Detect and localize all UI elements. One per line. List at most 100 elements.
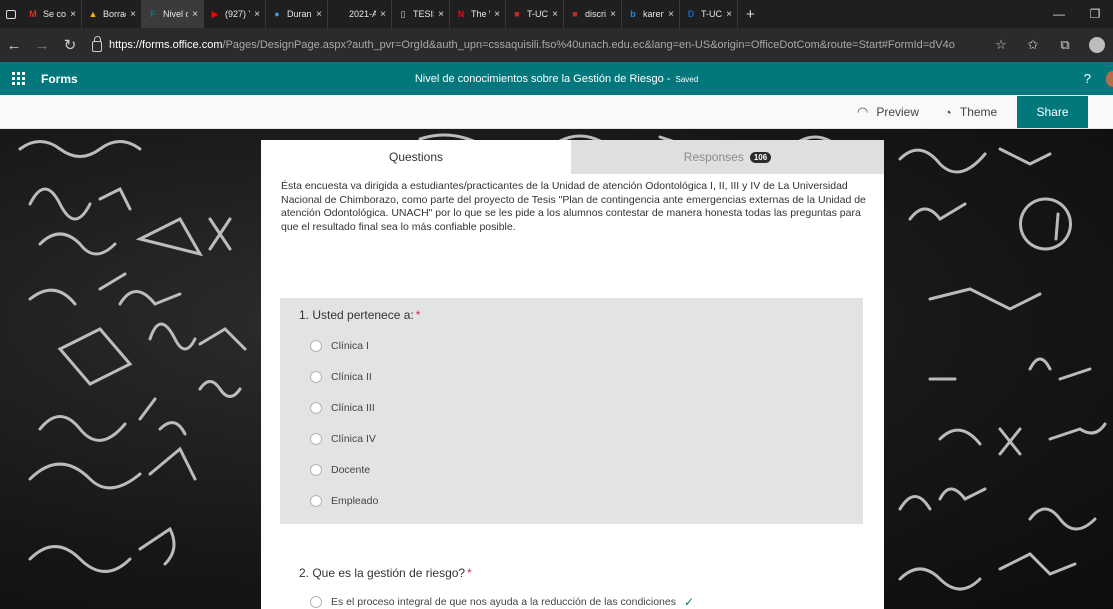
blank-icon [333, 8, 345, 20]
reload-icon[interactable]: ↻ [56, 36, 84, 54]
dspace-icon: D [687, 9, 695, 19]
browser-tab[interactable]: N The Wi × [450, 0, 506, 28]
option-empleado[interactable]: Empleado [310, 495, 378, 507]
close-tab-icon[interactable]: × [494, 9, 500, 20]
forward-icon[interactable]: → [28, 37, 56, 54]
browser-tab[interactable]: ▲ Borrado × [82, 0, 142, 28]
pdf-icon: ■ [572, 9, 578, 19]
browser-tab-strip: MSe com×▲Borrado×FNivel de×▶(927) Yo×●Du… [0, 0, 1113, 28]
option-label: Es el proceso integral de que nos ayuda … [331, 596, 676, 608]
browser-tab[interactable]: F Nivel de × [142, 0, 204, 28]
restore-icon[interactable]: ❐ [1077, 7, 1113, 21]
option-label: Clínica III [331, 402, 375, 414]
close-tab-icon[interactable]: × [438, 9, 444, 20]
browser-tab-label: T-UCE [527, 9, 548, 19]
tab-actions-icon[interactable] [0, 0, 22, 28]
browser-tab-label: Se com [43, 9, 67, 19]
app-launcher-icon[interactable] [12, 71, 26, 86]
option-clinica-4[interactable]: Clínica IV [310, 433, 376, 445]
url-field[interactable]: https://forms.office.com/Pages/DesignPag… [109, 39, 955, 51]
netflix-icon: N [457, 9, 465, 19]
radio-icon[interactable] [310, 402, 322, 414]
favorite-icon[interactable]: ☆ [985, 37, 1017, 53]
user-avatar[interactable] [1106, 70, 1113, 87]
theme-button[interactable]: ◔ Theme [944, 95, 997, 129]
form-description[interactable]: Ésta encuesta va dirigida a estudiantes/… [281, 180, 866, 234]
option-clinica-1[interactable]: Clínica I [310, 340, 369, 352]
radio-icon[interactable] [310, 433, 322, 445]
question-2-title[interactable]: 2. Que es la gestión de riesgo? * [299, 566, 472, 580]
radio-icon[interactable] [310, 464, 322, 476]
correct-answer-check-icon: ✓ [683, 595, 695, 609]
close-tab-icon[interactable]: × [70, 9, 76, 20]
browser-tab[interactable]: ■ discrib× [564, 0, 622, 28]
radio-icon[interactable] [310, 340, 322, 352]
browser-tab-label: karen j [643, 9, 665, 19]
address-bar: ← → ↻ https://forms.office.com/Pages/Des… [0, 28, 1113, 62]
preview-label: Preview [876, 105, 920, 119]
browser-tab[interactable]: D T-UCE- × [680, 0, 738, 28]
tab-questions[interactable]: Questions [261, 140, 571, 174]
favorites-bar-icon[interactable]: ✩ [1017, 37, 1049, 53]
browser-tab[interactable]: ● Duranb × [266, 0, 328, 28]
radio-icon[interactable] [310, 596, 322, 608]
lock-icon[interactable] [92, 36, 102, 52]
pdf-icon: ■ [514, 9, 520, 19]
option-clinica-2[interactable]: Clínica II [310, 371, 372, 383]
form-title: Nivel de conocimientos sobre la Gestión … [414, 72, 664, 85]
radio-icon[interactable] [310, 495, 322, 507]
document-icon: ▯ [400, 8, 406, 19]
close-tab-icon[interactable]: × [316, 9, 322, 20]
drive-icon: ▲ [88, 9, 98, 19]
required-marker: * [467, 566, 472, 580]
share-button[interactable]: Share [1017, 96, 1088, 128]
browser-tab[interactable]: M Se com× [22, 0, 82, 28]
forms-icon: F [150, 9, 156, 19]
form-tabs: Questions Responses 106 [261, 140, 884, 174]
youtube-icon: ▶ [211, 8, 219, 19]
close-tab-icon[interactable]: × [726, 9, 732, 20]
save-status: Saved [675, 74, 699, 84]
collections-icon[interactable]: ⧉ [1049, 37, 1081, 53]
palette-icon: ◔ [944, 104, 952, 120]
option-docente[interactable]: Docente [310, 464, 370, 476]
preview-button[interactable]: ◠ Preview [857, 95, 919, 129]
question-1-block[interactable]: 1. Usted pertenece a: * Clínica I Clínica… [280, 298, 863, 524]
back-icon[interactable]: ← [0, 37, 28, 54]
close-tab-icon[interactable]: × [380, 9, 386, 20]
close-tab-icon[interactable]: × [254, 9, 260, 20]
command-bar: ◠ Preview ◔ Theme Share [0, 95, 1113, 129]
responses-count-badge: 106 [749, 151, 772, 163]
browser-tab[interactable]: ■ T-UCE × [506, 0, 564, 28]
browser-tab-label: Duranb [287, 9, 312, 19]
browser-tab[interactable]: b karen j× [622, 0, 680, 28]
radio-icon[interactable] [310, 371, 322, 383]
close-tab-icon[interactable]: × [610, 9, 616, 20]
new-tab-button[interactable]: + [738, 6, 763, 23]
browser-tab-label: Nivel de [163, 9, 188, 19]
form-title-bar: Nivel de conocimientos sobre la Gestión … [414, 72, 699, 85]
url-host: https://forms.office.com [109, 39, 223, 51]
close-tab-icon[interactable]: × [130, 9, 136, 20]
browser-tab[interactable]: 2021-A × [328, 0, 392, 28]
tab-responses[interactable]: Responses 106 [571, 140, 884, 174]
close-tab-icon[interactable]: × [192, 9, 198, 20]
help-icon[interactable]: ? [1084, 71, 1091, 86]
close-tab-icon[interactable]: × [552, 9, 558, 20]
eye-icon: ◠ [857, 104, 869, 119]
option-label: Clínica II [331, 371, 372, 383]
profile-avatar[interactable] [1089, 37, 1105, 53]
browser-tab[interactable]: ▶ (927) Yo × [204, 0, 266, 28]
minimize-icon[interactable]: — [1041, 7, 1077, 21]
option-clinica-3[interactable]: Clínica III [310, 402, 375, 414]
required-marker: * [415, 308, 421, 322]
forms-header: Forms Nivel de conocimientos sobre la Ge… [0, 62, 1113, 95]
browser-tab[interactable]: ▯ TESIS D × [392, 0, 450, 28]
browser-tab-label: 2021-A [349, 9, 377, 19]
close-tab-icon[interactable]: × [668, 9, 674, 20]
browser-tab-label: Borrado [103, 9, 126, 19]
question-2-option-1[interactable]: Es el proceso integral de que nos ayuda … [310, 595, 694, 609]
forms-brand[interactable]: Forms [41, 72, 78, 86]
site-icon: ● [274, 9, 280, 19]
option-label: Clínica I [331, 340, 369, 352]
